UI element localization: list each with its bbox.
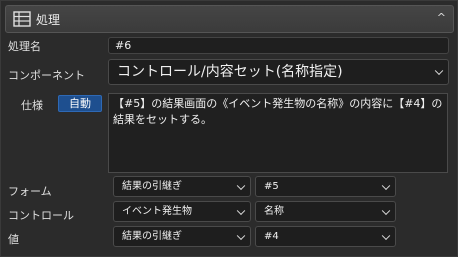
chevron-down-icon xyxy=(381,181,391,190)
chevron-down-icon xyxy=(434,66,444,76)
process-name-field[interactable]: #6 xyxy=(108,37,449,54)
value-target-value: #4 xyxy=(264,231,279,242)
control-source-value: イベント発生物 xyxy=(122,206,192,217)
value-label: 値 xyxy=(8,233,19,246)
form-target-select[interactable]: #5 xyxy=(255,176,396,197)
spec-textarea[interactable]: 【#5】の結果画面の《イベント発生物の名称》の内容に【#4】の結果をセットする。 xyxy=(108,93,448,173)
process-name-label: 処理名 xyxy=(8,40,41,53)
chevron-down-icon xyxy=(381,206,391,215)
form-source-select[interactable]: 結果の引継ぎ xyxy=(113,176,251,197)
value-source-select[interactable]: 結果の引継ぎ xyxy=(113,226,251,247)
control-source-select[interactable]: イベント発生物 xyxy=(113,201,251,222)
form-source-value: 結果の引継ぎ xyxy=(122,181,182,192)
panel-title: 処理 xyxy=(36,13,61,27)
process-panel: 処理 ^ 処理名 #6 コンポーネント コントロール/内容セット(名称指定) 仕… xyxy=(0,0,458,257)
component-value: コントロール/内容セット(名称指定) xyxy=(117,64,343,80)
component-select[interactable]: コントロール/内容セット(名称指定) xyxy=(108,59,449,85)
process-name-value: #6 xyxy=(115,39,132,52)
chevron-down-icon xyxy=(236,206,246,215)
value-source-value: 結果の引継ぎ xyxy=(122,231,182,242)
auto-badge-label: 自動 xyxy=(69,97,91,110)
auto-badge[interactable]: 自動 xyxy=(58,95,102,112)
control-target-select[interactable]: 名称 xyxy=(255,201,396,222)
form-label: フォーム xyxy=(8,185,52,198)
control-label: コントロール xyxy=(8,209,74,222)
panel-header[interactable]: 処理 ^ xyxy=(5,5,454,33)
chevron-down-icon xyxy=(236,231,246,240)
value-target-select[interactable]: #4 xyxy=(255,226,396,247)
form-target-value: #5 xyxy=(264,181,279,192)
table-icon xyxy=(13,10,31,28)
chevron-down-icon xyxy=(381,231,391,240)
chevron-down-icon xyxy=(236,181,246,190)
chevron-up-icon[interactable]: ^ xyxy=(437,11,446,24)
spec-text: 【#5】の結果画面の《イベント発生物の名称》の内容に【#4】の結果をセットする。 xyxy=(113,97,443,126)
spec-label: 仕様 xyxy=(21,99,43,112)
component-label: コンポーネント xyxy=(8,69,85,82)
control-target-value: 名称 xyxy=(264,206,284,217)
